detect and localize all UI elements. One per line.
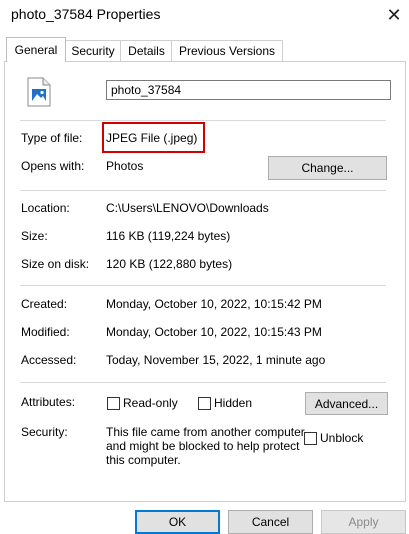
separator (20, 120, 386, 121)
location-value: C:\Users\LENOVO\Downloads (106, 201, 269, 215)
title-bar: photo_37584 Properties ✕ (0, 0, 409, 32)
readonly-label[interactable]: Read-only (123, 396, 178, 410)
size-on-disk-label: Size on disk: (21, 257, 90, 271)
advanced-button[interactable]: Advanced... (305, 392, 388, 415)
security-label: Security: (21, 425, 68, 439)
security-text-line-3: this computer. (106, 453, 181, 467)
change-button[interactable]: Change... (268, 156, 387, 180)
tab-security[interactable]: Security (64, 40, 122, 61)
window-title: photo_37584 Properties (11, 6, 161, 22)
attributes-label: Attributes: (21, 395, 76, 409)
separator (20, 285, 386, 286)
modified-label: Modified: (21, 325, 70, 339)
separator (20, 382, 386, 383)
image-file-icon (27, 77, 51, 107)
cancel-button[interactable]: Cancel (228, 510, 313, 534)
tab-general[interactable]: General (6, 37, 66, 62)
size-label: Size: (21, 229, 48, 243)
separator (20, 190, 386, 191)
apply-button[interactable]: Apply (321, 510, 406, 534)
created-label: Created: (21, 297, 68, 311)
highlight-box (102, 122, 205, 153)
ok-button[interactable]: OK (135, 510, 220, 534)
modified-value: Monday, October 10, 2022, 10:15:43 PM (106, 325, 322, 339)
security-text-line-2: and might be blocked to help protect (106, 439, 300, 453)
location-label: Location: (21, 201, 70, 215)
size-value: 116 KB (119,224 bytes) (106, 229, 231, 243)
file-name-input[interactable]: photo_37584 (106, 80, 391, 100)
tab-previous-versions[interactable]: Previous Versions (171, 40, 283, 61)
unblock-checkbox[interactable] (304, 432, 317, 445)
accessed-value: Today, November 15, 2022, 1 minute ago (106, 353, 326, 367)
type-label: Type of file: (21, 131, 83, 145)
close-icon[interactable]: ✕ (384, 5, 404, 25)
readonly-checkbox[interactable] (107, 397, 120, 410)
size-on-disk-value: 120 KB (122,880 bytes) (106, 257, 233, 271)
created-value: Monday, October 10, 2022, 10:15:42 PM (106, 297, 322, 311)
security-text-line-1: This file came from another computer (106, 425, 305, 439)
opens-with-label: Opens with: (21, 159, 85, 173)
opens-with-value: Photos (106, 159, 144, 173)
hidden-label[interactable]: Hidden (214, 396, 252, 410)
tab-details[interactable]: Details (120, 40, 173, 61)
unblock-label[interactable]: Unblock (320, 431, 363, 445)
hidden-checkbox[interactable] (198, 397, 211, 410)
accessed-label: Accessed: (21, 353, 77, 367)
